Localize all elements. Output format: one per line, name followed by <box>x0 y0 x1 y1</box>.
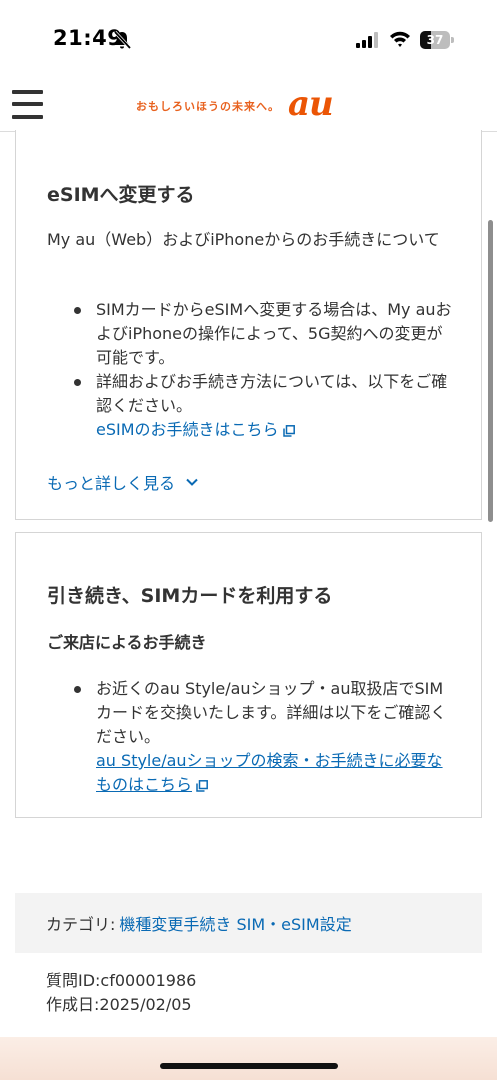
keep-sim-card: 引き続き、SIMカードを利用する ご来店によるお手続き お近くのau Style… <box>15 532 482 818</box>
battery-level: 37 <box>426 33 444 47</box>
au-logo: au <box>288 84 334 124</box>
show-more-label: もっと詳しく見る <box>47 474 176 493</box>
wifi-icon <box>390 31 410 47</box>
card-intro: My au（Web）およびiPhoneからのお手続きについて <box>47 230 440 249</box>
card-title: 引き続き、SIMカードを利用する <box>47 585 333 607</box>
site-header: おもしろいほうの未来へ。 au <box>0 80 497 132</box>
page-scrollbar[interactable] <box>488 220 493 522</box>
link-text: eSIMのお手続きはこちら <box>96 420 279 439</box>
card-title: eSIMへ変更する <box>47 184 195 206</box>
signal-icon <box>356 32 378 48</box>
bottom-band <box>0 1037 497 1080</box>
category-link[interactable]: 機種変更手続き SIM・eSIM設定 <box>119 911 351 935</box>
show-more-button[interactable]: もっと詳しく見る <box>47 470 199 494</box>
battery-body: 37 <box>420 31 450 49</box>
menu-bar <box>12 102 43 106</box>
bullet-list: お近くのau Style/auショップ・au取扱店でSIMカードを交換いたします… <box>47 677 457 797</box>
status-bar: 21:49 37 <box>0 0 497 80</box>
menu-bar <box>12 115 43 119</box>
external-link-icon <box>196 779 208 792</box>
home-indicator <box>160 1063 338 1069</box>
esim-procedure-link[interactable]: eSIMのお手続きはこちら <box>96 420 295 439</box>
created-date: 作成日:2025/02/05 <box>46 995 192 1014</box>
chevron-down-icon <box>186 478 198 486</box>
esim-change-card: eSIMへ変更する My au（Web）およびiPhoneからのお手続きについて… <box>15 130 482 520</box>
battery-tip <box>451 37 454 43</box>
link-text: au Style/auショップの検索・お手続きに必要なものはこちら <box>96 751 443 794</box>
external-link-icon <box>282 424 295 437</box>
question-id: 質問ID:cf00001986 <box>46 971 197 990</box>
bullet-text: お近くのau Style/auショップ・au取扱店でSIMカードを交換いたします… <box>96 679 447 746</box>
bullet-text: SIMカードからeSIMへ変更する場合は、My auおよびiPhoneの操作によ… <box>96 300 452 367</box>
card-subheading: ご来店によるお手続き <box>47 633 207 652</box>
bell-slash-icon <box>113 30 132 50</box>
battery-icon: 37 <box>420 31 454 49</box>
list-item: 詳細およびお手続き方法については、以下をご確認ください。 eSIMのお手続きはこ… <box>47 370 457 442</box>
list-item: お近くのau Style/auショップ・au取扱店でSIMカードを交換いたします… <box>47 677 457 797</box>
brand-logo-link[interactable]: おもしろいほうの未来へ。 au <box>136 84 334 124</box>
category-box: カテゴリ: 機種変更手続き SIM・eSIM設定 <box>15 893 482 953</box>
menu-bar <box>12 90 43 94</box>
category-label: カテゴリ: <box>46 915 116 934</box>
bullet-list: SIMカードからeSIMへ変更する場合は、My auおよびiPhoneの操作によ… <box>47 298 457 442</box>
shop-search-link[interactable]: au Style/auショップの検索・お手続きに必要なものはこちら <box>96 751 443 794</box>
list-item: SIMカードからeSIMへ変更する場合は、My auおよびiPhoneの操作によ… <box>47 298 457 370</box>
brand-tagline: おもしろいほうの未来へ。 <box>136 100 280 113</box>
hamburger-menu-icon[interactable] <box>12 88 44 122</box>
bullet-text: 詳細およびお手続き方法については、以下をご確認ください。 <box>96 372 448 415</box>
